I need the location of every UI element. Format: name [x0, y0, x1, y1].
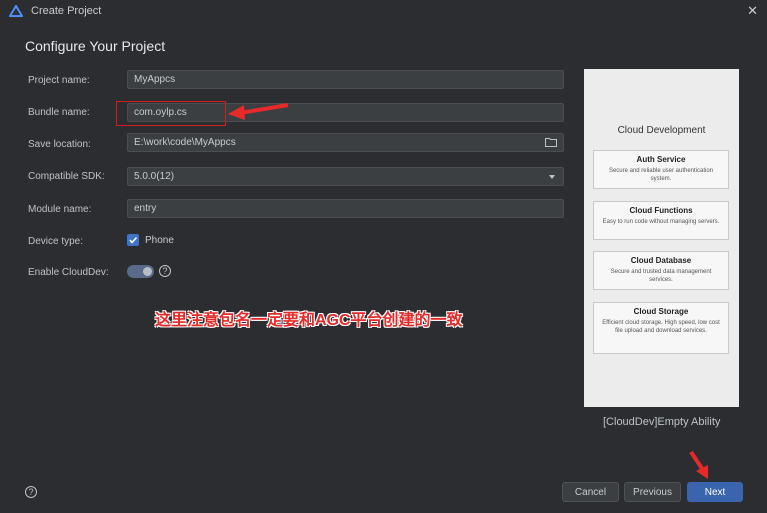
project-name-value: MyAppcs — [134, 74, 176, 85]
preview-title: Cloud Development — [617, 125, 706, 136]
next-arrow-annotation-icon — [689, 450, 708, 479]
title-bar: Create Project ✕ — [0, 0, 767, 22]
annotation-text: 这里注意包名一定要和AGC平台创建的一致 — [155, 312, 463, 329]
window-title: Create Project — [31, 5, 102, 17]
card-title: Auth Service — [636, 155, 686, 164]
card-cloud-database: Cloud Database Secure and trusted data m… — [593, 251, 729, 290]
bundle-name-label: Bundle name: — [28, 107, 90, 118]
card-cloud-functions: Cloud Functions Easy to run code without… — [593, 201, 729, 240]
compatible-sdk-value: 5.0.0(12) — [134, 171, 175, 182]
checkmark-icon — [129, 236, 138, 244]
compatible-sdk-select[interactable]: 5.0.0(12) — [127, 167, 564, 186]
card-cloud-storage: Cloud Storage Efficient cloud storage. H… — [593, 302, 729, 354]
question-icon[interactable]: ? — [159, 265, 171, 277]
enable-clouddev-label: Enable CloudDev: — [28, 267, 109, 278]
module-name-value: entry — [134, 203, 157, 214]
next-button[interactable]: Next — [687, 482, 743, 502]
cancel-button[interactable]: Cancel — [562, 482, 619, 502]
save-location-input[interactable]: E:\work\code\MyAppcs — [127, 133, 564, 152]
card-desc: Efficient cloud storage. High speed, low… — [602, 320, 720, 334]
card-auth-service: Auth Service Secure and reliable user au… — [593, 150, 729, 189]
bundle-highlight-box — [116, 101, 226, 126]
card-desc: Easy to run code without managing server… — [602, 219, 720, 225]
save-location-label: Save location: — [28, 139, 91, 150]
help-icon[interactable]: ? — [25, 486, 37, 498]
card-title: Cloud Storage — [633, 307, 689, 316]
chevron-down-icon — [549, 175, 555, 179]
project-name-label: Project name: — [28, 75, 90, 86]
phone-checkbox[interactable] — [127, 234, 139, 246]
device-type-label: Device type: — [28, 236, 84, 247]
page-title: Configure Your Project — [25, 38, 166, 54]
card-desc: Secure and trusted data management servi… — [610, 269, 712, 283]
template-preview: Cloud Development Auth Service Secure an… — [584, 69, 739, 407]
previous-button[interactable]: Previous — [624, 482, 681, 502]
clouddev-toggle[interactable] — [127, 265, 154, 278]
card-title: Cloud Functions — [629, 206, 693, 215]
compatible-sdk-label: Compatible SDK: — [28, 171, 105, 182]
annotation-arrow-icon — [228, 103, 289, 120]
toggle-knob — [143, 267, 152, 276]
deveco-logo-icon — [9, 5, 23, 17]
folder-icon[interactable] — [545, 137, 557, 147]
template-name: [CloudDev]Empty Ability — [603, 416, 721, 428]
card-desc: Secure and reliable user authentication … — [608, 168, 714, 182]
save-location-value: E:\work\code\MyAppcs — [134, 137, 236, 148]
project-name-input[interactable]: MyAppcs — [127, 70, 564, 89]
module-name-label: Module name: — [28, 204, 92, 215]
card-title: Cloud Database — [630, 256, 692, 265]
phone-label: Phone — [145, 235, 174, 246]
close-icon[interactable]: ✕ — [747, 3, 758, 19]
module-name-input[interactable]: entry — [127, 199, 564, 218]
